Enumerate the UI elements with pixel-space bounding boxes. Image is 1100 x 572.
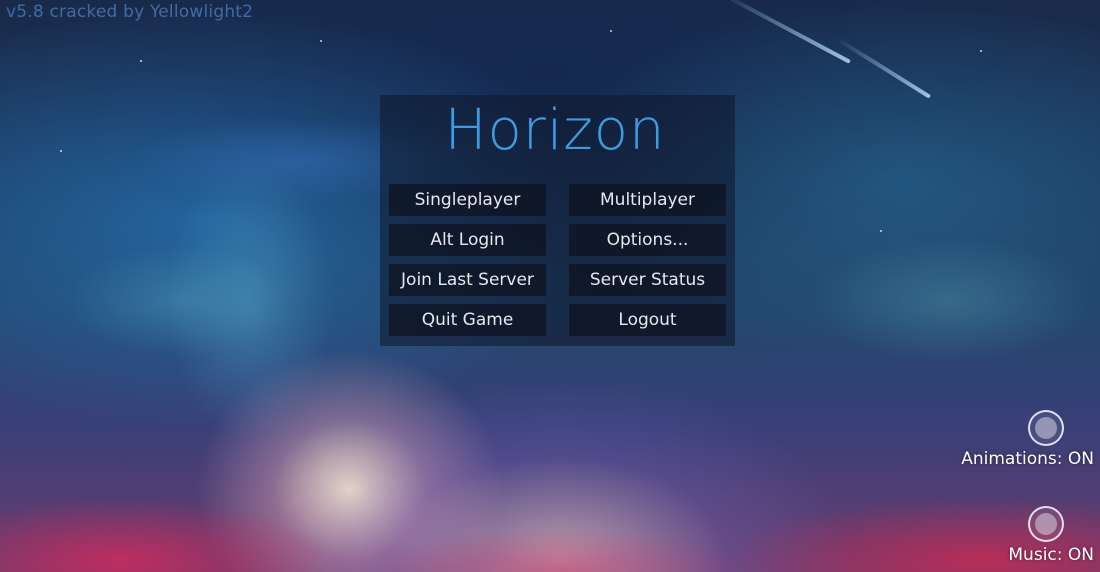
multiplayer-button[interactable]: Multiplayer xyxy=(569,184,726,216)
options-button[interactable]: Options... xyxy=(569,224,726,256)
music-toggle-label[interactable]: Music: ON xyxy=(1008,545,1094,565)
music-toggle-icon[interactable] xyxy=(1028,506,1064,542)
star xyxy=(610,30,612,32)
star xyxy=(980,50,982,52)
game-title: Horizon xyxy=(444,98,666,163)
alt-login-button[interactable]: Alt Login xyxy=(389,224,546,256)
toggle-knob xyxy=(1035,417,1057,439)
main-menu-screen: v5.8 cracked by Yellowlight2 Horizon Sin… xyxy=(0,0,1100,572)
singleplayer-button[interactable]: Singleplayer xyxy=(389,184,546,216)
toggle-knob xyxy=(1035,513,1057,535)
join-last-server-button[interactable]: Join Last Server xyxy=(389,264,546,296)
server-status-button[interactable]: Server Status xyxy=(569,264,726,296)
animations-toggle-label[interactable]: Animations: ON xyxy=(961,449,1094,469)
animations-toggle-icon[interactable] xyxy=(1028,410,1064,446)
star xyxy=(140,60,142,62)
logout-button[interactable]: Logout xyxy=(569,304,726,336)
version-label: v5.8 cracked by Yellowlight2 xyxy=(6,2,254,22)
star xyxy=(320,40,322,42)
star xyxy=(880,230,882,232)
quit-game-button[interactable]: Quit Game xyxy=(389,304,546,336)
